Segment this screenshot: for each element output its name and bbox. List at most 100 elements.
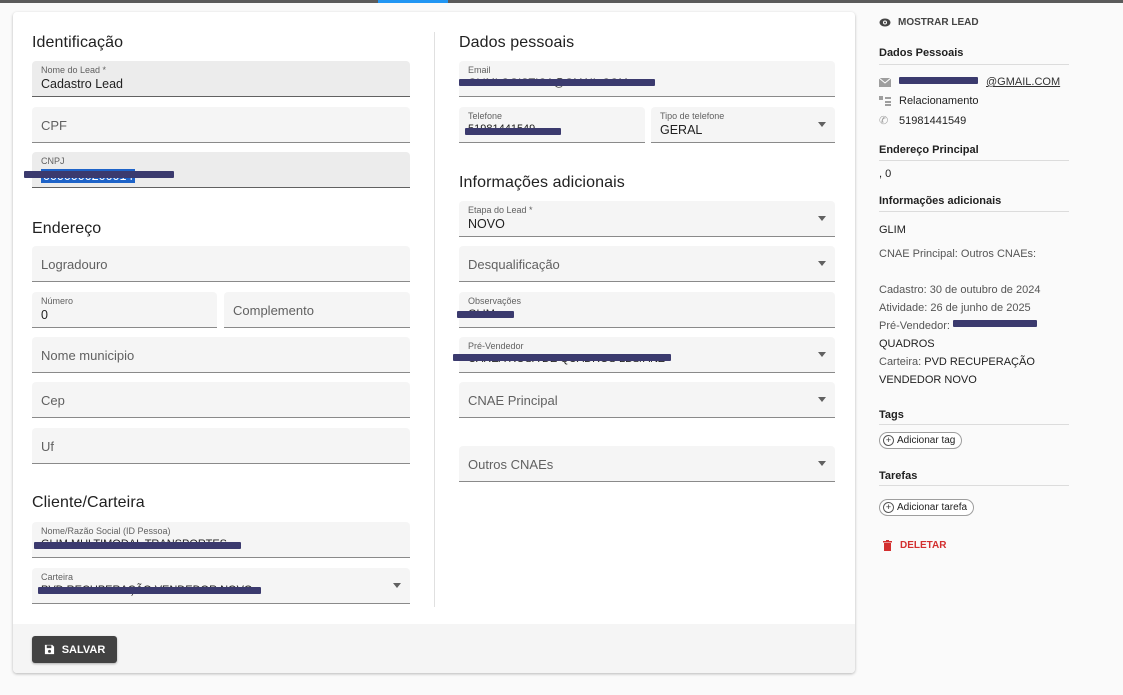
chevron-down-icon xyxy=(818,122,826,127)
add-tag-button[interactable]: + Adicionar tag xyxy=(879,432,963,449)
email-label: Email xyxy=(468,65,491,75)
delete-label: DELETAR xyxy=(900,540,947,551)
telefone-field[interactable]: Telefone 51981441549 xyxy=(459,107,645,143)
info-name: GLIM xyxy=(879,224,906,236)
divider xyxy=(879,485,1069,486)
municipio-field[interactable]: Nome municipio xyxy=(32,337,410,373)
outros-cnaes-select[interactable]: Outros CNAEs xyxy=(459,446,835,482)
section-title-informacoes: Informações adicionais xyxy=(459,174,625,191)
numero-field[interactable]: Número 0 xyxy=(32,292,217,328)
numero-value: 0 xyxy=(41,308,48,322)
add-task-button[interactable]: + Adicionar tarefa xyxy=(879,499,975,516)
show-lead-button[interactable]: MOSTRAR LEAD xyxy=(879,17,979,28)
email-field[interactable]: Email GLIMLOGISTICA@GMAIL.COM xyxy=(459,61,835,97)
save-button[interactable]: SALVAR xyxy=(32,636,117,663)
pre-vendedor-select[interactable]: Pré-Vendedor CAREA ROSA DE QUADROS LBS/A… xyxy=(453,337,835,373)
redaction-bar xyxy=(465,128,561,135)
chevron-down-icon xyxy=(818,352,826,357)
logradouro-field[interactable]: Logradouro xyxy=(32,246,410,282)
trash-icon xyxy=(883,540,892,551)
relacionamento-label: Relacionamento xyxy=(899,95,979,107)
divider xyxy=(879,64,1069,65)
complemento-placeholder: Complemento xyxy=(233,303,314,318)
redaction-bar xyxy=(453,354,671,361)
column-divider xyxy=(434,32,435,607)
complemento-field[interactable]: Complemento xyxy=(224,292,410,328)
tarefas-heading: Tarefas xyxy=(879,470,918,482)
phone-value: 51981441549 xyxy=(899,114,967,127)
save-icon xyxy=(44,644,54,655)
tipo-telefone-select[interactable]: Tipo de telefone GERAL xyxy=(651,107,835,143)
divider xyxy=(879,211,1069,212)
endereco-value: , 0 xyxy=(879,168,892,180)
section-title-identificacao: Identificação xyxy=(32,34,124,51)
etapa-lead-value: NOVO xyxy=(468,217,505,231)
pre-vendedor-prefix: Pré-Vendedor: xyxy=(879,320,953,332)
logradouro-placeholder: Logradouro xyxy=(41,257,108,272)
cpf-field[interactable]: CPF xyxy=(32,107,410,143)
cnpj-label: CNPJ xyxy=(41,156,65,166)
section-title-cliente: Cliente/Carteira xyxy=(32,494,145,511)
cnpj-field[interactable]: CNPJ 0000000200014 xyxy=(24,152,410,188)
cep-field[interactable]: Cep xyxy=(32,382,410,418)
observacoes-field[interactable]: Observações GLIM xyxy=(457,292,835,328)
redaction-bar xyxy=(899,77,978,84)
uf-placeholder: Uf xyxy=(41,439,54,454)
redaction-bar xyxy=(953,320,1037,327)
section-title-dados-pessoais: Dados pessoais xyxy=(459,34,575,51)
atividade-date: Atividade: 26 de junho de 2025 xyxy=(879,302,1031,314)
redaction-bar xyxy=(459,79,655,86)
numero-label: Número xyxy=(41,296,74,306)
etapa-lead-select[interactable]: Etapa do Lead * NOVO xyxy=(459,201,835,237)
cadastro-date: Cadastro: 30 de outubro de 2024 xyxy=(879,284,1041,296)
relationship-icon xyxy=(879,96,891,106)
tags-heading: Tags xyxy=(879,409,904,421)
lead-summary-sidebar: MOSTRAR LEAD Dados Pessoais @GMAIL.COM R… xyxy=(868,0,1078,695)
cep-placeholder: Cep xyxy=(41,393,65,408)
chevron-down-icon xyxy=(393,583,401,588)
redaction-bar xyxy=(24,171,174,178)
nome-lead-field[interactable]: Nome do Lead * Cadastro Lead xyxy=(32,61,410,97)
desqualificacao-select[interactable]: Desqualificação xyxy=(459,246,835,282)
divider xyxy=(879,160,1069,161)
plus-circle-icon: + xyxy=(883,435,894,446)
sidebar-phone: ✆ 51981441549 xyxy=(879,114,967,128)
mail-icon xyxy=(879,77,891,87)
delete-button[interactable]: DELETAR xyxy=(883,540,946,551)
razao-social-label: Nome/Razão Social (ID Pessoa) xyxy=(41,526,171,536)
tipo-telefone-label: Tipo de telefone xyxy=(660,111,725,121)
chevron-down-icon xyxy=(818,397,826,402)
uf-field[interactable]: Uf xyxy=(32,428,410,464)
eye-icon xyxy=(879,18,891,27)
carteira-value-2: VENDEDOR NOVO xyxy=(879,374,977,386)
outros-cnaes-placeholder: Outros CNAEs xyxy=(468,457,554,472)
redaction-bar xyxy=(457,311,514,318)
municipio-placeholder: Nome municipio xyxy=(41,348,135,363)
pre-vendedor-line: Pré-Vendedor: xyxy=(879,320,1037,332)
cnae-principal-select[interactable]: CNAE Principal xyxy=(459,382,835,418)
active-tab-indicator xyxy=(378,0,448,3)
chevron-down-icon xyxy=(818,261,826,266)
nome-lead-value: Cadastro Lead xyxy=(41,77,124,91)
add-task-label: Adicionar tarefa xyxy=(897,502,968,513)
etapa-lead-label: Etapa do Lead * xyxy=(468,205,533,215)
carteira-select[interactable]: Carteira PVD RECUPERAÇÃO VENDEDOR NOVO xyxy=(32,568,410,604)
chevron-down-icon xyxy=(818,216,826,221)
sidebar-relacionamento: Relacionamento xyxy=(879,95,979,107)
redaction-bar xyxy=(34,542,241,549)
razao-social-field[interactable]: Nome/Razão Social (ID Pessoa) GLIM MULTI… xyxy=(32,522,410,558)
show-lead-label: MOSTRAR LEAD xyxy=(898,17,979,28)
lead-form-card: Identificação Nome do Lead * Cadastro Le… xyxy=(13,12,855,673)
observacoes-label: Observações xyxy=(468,296,522,306)
dados-pessoais-heading: Dados Pessoais xyxy=(879,47,964,59)
cpf-placeholder: CPF xyxy=(41,118,67,133)
cnae-principal-placeholder: CNAE Principal xyxy=(468,393,558,408)
nome-lead-label: Nome do Lead * xyxy=(41,65,107,75)
pre-vendedor-tail: QUADROS xyxy=(879,338,935,350)
cnae-line: CNAE Principal: Outros CNAEs: xyxy=(879,248,1037,260)
endereco-heading: Endereço Principal xyxy=(879,144,979,156)
form-footer: SALVAR xyxy=(13,624,855,673)
sidebar-email-domain: @GMAIL.COM xyxy=(986,76,1061,88)
tipo-telefone-value: GERAL xyxy=(660,123,703,137)
carteira-value-1: PVD RECUPERAÇÃO xyxy=(924,356,1035,368)
